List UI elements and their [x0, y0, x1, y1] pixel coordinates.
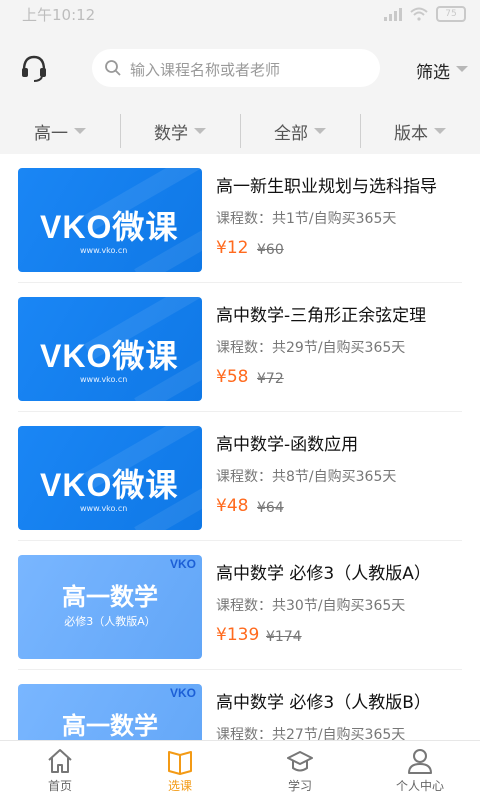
thumbnail-brand: VKO微课 [40, 338, 179, 374]
chevron-down-icon [314, 128, 326, 134]
course-thumbnail: VKO微课 www.vko.cn [18, 168, 202, 272]
thumbnail-site: www.vko.cn [80, 504, 128, 513]
thumbnail-corner-logo: VKO [169, 686, 196, 700]
filter-label: 筛选 [416, 63, 450, 83]
thumbnail-brand: VKO微课 [40, 209, 179, 245]
nav-courses[interactable]: 选课 [120, 741, 240, 801]
course-price: ¥48 [216, 496, 249, 516]
status-time: 上午10:12 [22, 6, 96, 24]
nav-home-label: 首页 [47, 779, 72, 793]
search-placeholder: 输入课程名称或者老师 [130, 61, 281, 79]
filter-button[interactable]: 筛选 [416, 58, 468, 83]
course-title: 高中数学-三角形正余弦定理 [216, 306, 427, 326]
course-title: 高中数学 必修3（人教版B） [216, 693, 431, 713]
graduation-cap-icon [287, 751, 313, 772]
battery-icon: 75 [436, 6, 466, 22]
course-title: 高一新生职业规划与选科指导 [216, 177, 437, 197]
nav-study-label: 学习 [287, 779, 312, 793]
course-meta: 课程数：共8节/自购买365天 [216, 469, 397, 485]
course-meta: 课程数：共1节/自购买365天 [216, 211, 397, 227]
course-meta: 课程数：共27节/自购买365天 [216, 727, 406, 740]
course-item[interactable]: VKO微课 www.vko.cn 高中数学-三角形正余弦定理 课程数：共29节/… [18, 283, 462, 412]
course-original-price: ¥60 [257, 242, 284, 258]
search-icon [105, 60, 121, 76]
course-meta: 课程数：共29节/自购买365天 [216, 340, 406, 356]
course-thumbnail: VKO微课 www.vko.cn [18, 297, 202, 401]
course-list: VKO微课 www.vko.cn 高一新生职业规划与选科指导 课程数：共1节/自… [0, 154, 480, 740]
filter-grade-label: 高一 [34, 123, 68, 144]
chevron-down-icon [74, 128, 86, 134]
signal-icon [384, 7, 402, 21]
headset-icon[interactable] [20, 52, 48, 84]
course-thumbnail: VKO微课 www.vko.cn [18, 426, 202, 530]
chevron-down-icon [434, 128, 446, 134]
nav-study[interactable]: 学习 [240, 741, 360, 801]
course-price: ¥58 [216, 367, 249, 387]
home-icon [48, 749, 72, 773]
course-original-price: ¥72 [257, 371, 284, 387]
status-icons: 75 [384, 6, 466, 22]
course-item[interactable]: VKO微课 www.vko.cn 高中数学-函数应用 课程数：共8节/自购买36… [18, 412, 462, 541]
nav-courses-label: 选课 [167, 779, 192, 793]
course-thumbnail: VKO 高一数学 [18, 684, 202, 740]
course-item[interactable]: VKO 高一数学 高中数学 必修3（人教版B） 课程数：共27节/自购买365天 [18, 670, 462, 740]
category-filter-bar: 高一 数学 全部 版本 [0, 108, 480, 154]
filter-subject-label: 数学 [154, 123, 188, 144]
thumbnail-subheading: 必修3（人教版A） [64, 615, 156, 628]
wifi-icon [410, 7, 428, 21]
thumbnail-corner-logo: VKO [169, 557, 196, 571]
course-original-price: ¥174 [266, 629, 302, 645]
course-meta: 课程数：共30节/自购买365天 [216, 598, 406, 614]
thumbnail-site: www.vko.cn [80, 246, 128, 255]
filter-subject[interactable]: 数学 [120, 108, 240, 154]
course-item[interactable]: VKO 高一数学 必修3（人教版A） 高中数学 必修3（人教版A） 课程数：共3… [18, 541, 462, 670]
course-original-price: ¥64 [257, 500, 284, 516]
bottom-nav: 首页 选课 学习 个人中心 [0, 740, 480, 801]
course-thumbnail: VKO 高一数学 必修3（人教版A） [18, 555, 202, 659]
nav-profile-label: 个人中心 [395, 779, 444, 793]
book-icon [168, 751, 192, 775]
filter-grade[interactable]: 高一 [0, 108, 120, 154]
thumbnail-heading: 高一数学 [62, 583, 158, 611]
course-price: ¥139 [216, 625, 260, 645]
search-input[interactable]: 输入课程名称或者老师 [92, 49, 380, 87]
filter-edition-label: 版本 [394, 123, 428, 144]
thumbnail-site: www.vko.cn [80, 375, 128, 384]
course-item[interactable]: VKO微课 www.vko.cn 高一新生职业规划与选科指导 课程数：共1节/自… [18, 154, 462, 283]
nav-home[interactable]: 首页 [0, 741, 120, 801]
filter-type-label: 全部 [274, 123, 308, 144]
chevron-down-icon [194, 128, 206, 134]
filter-type[interactable]: 全部 [240, 108, 360, 154]
nav-profile[interactable]: 个人中心 [360, 741, 480, 801]
thumbnail-brand: VKO微课 [40, 467, 179, 503]
user-icon [408, 749, 432, 774]
chevron-down-icon [456, 66, 468, 72]
status-bar: 上午10:12 75 [0, 0, 480, 28]
course-title: 高中数学-函数应用 [216, 435, 359, 455]
course-price: ¥12 [216, 238, 249, 258]
top-header: 输入课程名称或者老师 筛选 [0, 28, 480, 108]
filter-edition[interactable]: 版本 [360, 108, 480, 154]
course-title: 高中数学 必修3（人教版A） [216, 564, 431, 584]
thumbnail-heading: 高一数学 [62, 712, 158, 740]
